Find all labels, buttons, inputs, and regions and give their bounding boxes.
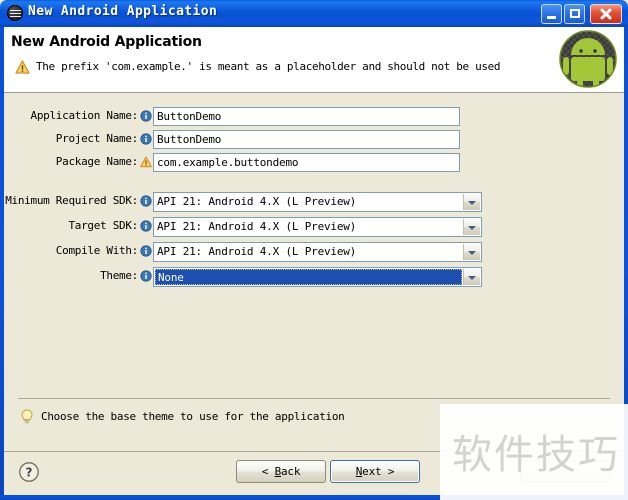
wizard-body: Application Name: ButtonDemo Project Nam… — [4, 93, 624, 451]
page-title: New Android Application — [11, 34, 202, 50]
window-title: New Android Application — [28, 4, 218, 19]
back-button[interactable]: < Back — [236, 460, 326, 483]
chevron-down-icon[interactable] — [463, 244, 480, 260]
target-sdk-combo[interactable]: API 21: Android 4.X (L Preview) — [153, 217, 482, 237]
warning-icon — [15, 60, 30, 74]
project-name-input[interactable]: ButtonDemo — [153, 130, 460, 149]
field-label: Package Name: — [55, 155, 139, 168]
info-icon — [140, 220, 152, 232]
svg-text:?: ? — [26, 466, 33, 480]
field-label: Target SDK: — [68, 219, 138, 232]
label-box: Theme: — [4, 267, 138, 286]
application-name-input[interactable]: ButtonDemo — [153, 107, 460, 126]
label-box: Application Name: — [4, 107, 139, 126]
label-box: Package Name: — [4, 153, 139, 172]
field-label: Project Name: — [55, 132, 139, 145]
field-label: Compile With: — [55, 244, 139, 257]
header-message: The prefix 'com.example.' is meant as a … — [36, 60, 501, 73]
label-box: Target SDK: — [4, 217, 138, 236]
combo-selection-highlight — [155, 269, 462, 285]
next-suffix: ext > — [362, 465, 395, 478]
watermark-text: 软件技巧 — [452, 432, 620, 478]
chevron-down-icon[interactable] — [463, 219, 480, 235]
combo-value: API 21: Android 4.X (L Preview) — [157, 245, 357, 258]
close-button[interactable] — [590, 4, 622, 24]
combo-value: API 21: Android 4.X (L Preview) — [157, 195, 357, 208]
back-prefix: < — [261, 465, 275, 478]
info-icon — [140, 270, 152, 282]
minimize-button[interactable] — [541, 4, 562, 24]
compile-with-combo[interactable]: API 21: Android 4.X (L Preview) — [153, 242, 482, 262]
label-box: Minimum Required SDK: — [4, 192, 138, 211]
chevron-down-icon[interactable] — [463, 194, 480, 210]
new-android-application-dialog: New Android Application New Android Appl… — [0, 0, 628, 500]
help-question-icon[interactable]: ? — [18, 461, 40, 483]
info-icon — [140, 133, 152, 145]
field-label: Theme: — [100, 269, 138, 282]
field-label: Application Name: — [30, 109, 139, 122]
divider — [18, 398, 610, 399]
combo-value: API 21: Android 4.X (L Preview) — [157, 220, 357, 233]
info-icon — [140, 110, 152, 122]
field-label: Minimum Required SDK: — [5, 194, 138, 207]
lightbulb-icon — [21, 409, 33, 424]
info-icon — [140, 245, 152, 257]
next-button[interactable]: Next > — [330, 460, 420, 483]
label-box: Compile With: — [4, 242, 139, 261]
info-icon — [140, 195, 152, 207]
android-robot-logo — [559, 30, 617, 88]
maximize-button[interactable] — [564, 4, 585, 24]
watermark-overlay: 软件技巧 — [440, 404, 628, 500]
combo-value: None — [158, 271, 184, 284]
package-name-input[interactable]: com.example.buttondemo — [153, 153, 460, 172]
warning-icon — [140, 156, 152, 168]
theme-combo[interactable]: None — [153, 267, 482, 287]
wizard-header: New Android Application The prefix 'com.… — [4, 27, 624, 93]
eclipse-wizard-icon — [7, 5, 23, 21]
minimum-required-sdk-combo[interactable]: API 21: Android 4.X (L Preview) — [153, 192, 482, 212]
hint-text: Choose the base theme to use for the app… — [41, 410, 345, 423]
title-bar: New Android Application — [0, 0, 628, 27]
label-box: Project Name: — [4, 130, 139, 149]
chevron-down-icon[interactable] — [463, 269, 480, 285]
back-suffix: ack — [281, 465, 301, 478]
